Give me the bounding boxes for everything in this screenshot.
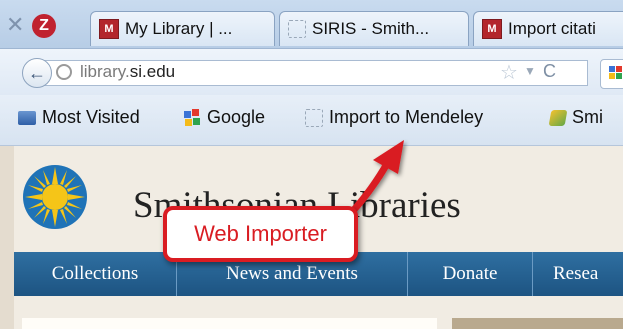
bookmark-import-to-mendeley[interactable]: Import to Mendeley — [305, 107, 483, 128]
tab-label: Import citati — [508, 19, 596, 38]
navigation-bar: ← library.si.edu ☆ ▼ C — [0, 49, 623, 95]
tab-label: My Library | ... — [125, 19, 233, 38]
blank-bookmark-icon — [305, 108, 323, 127]
google-icon — [183, 108, 201, 127]
callout-label: Web Importer — [194, 221, 327, 246]
browser-window: ✕ Z M My Library | ... SIRIS - Smith... … — [0, 0, 623, 329]
content-panel — [22, 318, 437, 329]
library-favicon-icon: M — [482, 19, 502, 39]
google-search-icon[interactable] — [600, 59, 623, 89]
zotero-tab-icon[interactable]: Z — [32, 14, 56, 38]
back-arrow-icon[interactable]: ← — [22, 58, 52, 88]
mendeley-icon — [548, 109, 568, 126]
tab-label: SIRIS - Smith... — [312, 19, 430, 38]
menu-item-collections[interactable]: Collections — [14, 252, 176, 296]
tab-bar: ✕ Z M My Library | ... SIRIS - Smith... … — [0, 0, 623, 49]
web-importer-callout: Web Importer — [163, 206, 358, 262]
tab-import-citation[interactable]: M Import citati — [473, 11, 623, 46]
menu-item-donate[interactable]: Donate — [408, 252, 532, 296]
tab-siris[interactable]: SIRIS - Smith... — [279, 11, 469, 46]
library-favicon-icon: M — [99, 19, 119, 39]
most-visited-icon — [18, 110, 36, 125]
url-dropdown-icon[interactable]: ▼ — [524, 64, 536, 78]
content-image — [452, 318, 623, 329]
bookmark-star-icon[interactable]: ☆ — [500, 60, 518, 85]
pinned-tab-icon[interactable]: ✕ — [6, 14, 28, 36]
bookmarks-bar: Most Visited Google Import to Mendeley S… — [0, 95, 623, 146]
menu-item-research[interactable]: Resea — [533, 252, 623, 296]
page-left-edge — [0, 146, 14, 329]
smithsonian-sun-logo-icon[interactable] — [22, 164, 88, 230]
globe-icon[interactable] — [56, 64, 72, 80]
reload-icon[interactable]: C — [543, 61, 556, 82]
tab-my-library[interactable]: M My Library | ... — [90, 11, 275, 46]
bookmark-most-visited[interactable]: Most Visited — [18, 107, 140, 128]
blank-favicon-icon — [288, 20, 306, 38]
bookmark-smithsonian[interactable]: Smi — [548, 107, 603, 128]
url-text[interactable]: library.si.edu — [80, 62, 175, 82]
bookmark-google[interactable]: Google — [183, 107, 265, 128]
